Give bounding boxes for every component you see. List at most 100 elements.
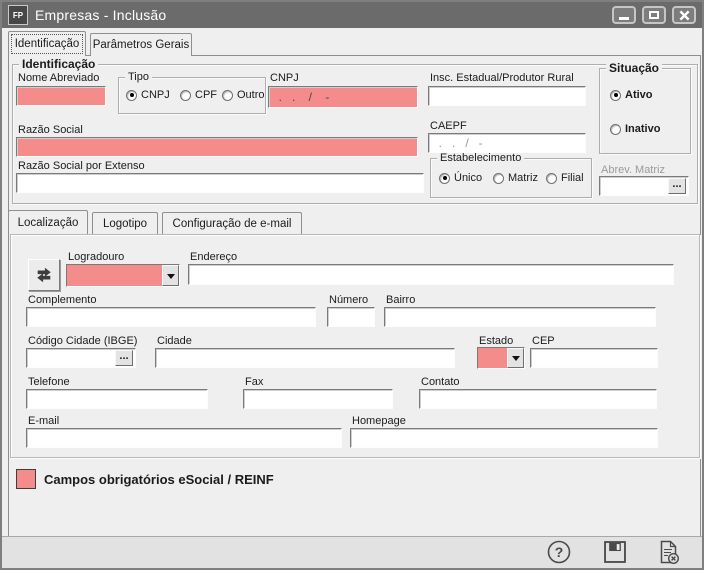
- endereco-input[interactable]: [188, 264, 674, 285]
- radio-tipo-cnpj-label: CNPJ: [141, 89, 170, 101]
- dropdown-button[interactable]: [162, 265, 179, 286]
- estado-label: Estado: [479, 335, 513, 347]
- radio-estab-filial[interactable]: Filial: [546, 172, 584, 184]
- email-label: E-mail: [28, 415, 59, 427]
- tipo-group-title: Tipo: [125, 70, 152, 84]
- tab-focus-outline: [11, 34, 83, 54]
- window-title: Empresas - Inclusão: [35, 7, 166, 23]
- contato-label: Contato: [421, 376, 460, 388]
- codigo-cidade-ellipsis-button[interactable]: ...: [115, 350, 133, 366]
- bairro-label: Bairro: [386, 294, 415, 306]
- radio-situacao-inativo[interactable]: Inativo: [610, 123, 660, 135]
- fax-label: Fax: [245, 376, 263, 388]
- abrev-matriz-ellipsis-button[interactable]: ...: [668, 178, 686, 194]
- subtab-configuracao-email[interactable]: Configuração de e-mail: [162, 212, 302, 235]
- footer-toolbar: ?: [2, 536, 702, 568]
- required-field-legend-swatch: [16, 469, 36, 489]
- titlebar[interactable]: FP Empresas - Inclusão: [2, 2, 702, 28]
- radio-group-estabelecimento: Estabelecimento Único Matriz Filial: [430, 158, 592, 198]
- radio-tipo-outro[interactable]: Outro: [222, 89, 265, 101]
- razao-social-label: Razão Social: [18, 124, 83, 136]
- subtab-logotipo-label: Logotipo: [103, 218, 147, 230]
- estabelecimento-group-title: Estabelecimento: [437, 151, 524, 165]
- endereco-label: Endereço: [190, 251, 237, 263]
- chevron-down-icon: [167, 274, 175, 283]
- empresas-window: FP Empresas - Inclusão Identificação Par…: [0, 0, 704, 570]
- razao-social-extenso-label: Razão Social por Extenso: [18, 160, 145, 172]
- cancel-document-icon: [655, 539, 681, 565]
- radio-unico-label: Único: [454, 172, 482, 184]
- situacao-group-title: Situação: [606, 61, 662, 75]
- close-button[interactable]: [672, 6, 696, 24]
- fax-input[interactable]: [243, 389, 393, 409]
- subtab-localizacao-label: Localização: [18, 217, 79, 229]
- radio-icon: [180, 90, 191, 101]
- radio-icon: [546, 173, 557, 184]
- radio-estab-unico[interactable]: Único: [439, 172, 482, 184]
- numero-input[interactable]: [327, 307, 375, 327]
- caepf-input[interactable]: [428, 133, 586, 153]
- swap-address-button[interactable]: [28, 259, 60, 291]
- dropdown-button[interactable]: [507, 348, 524, 368]
- radio-filial-label: Filial: [561, 172, 584, 184]
- estado-value: [478, 348, 507, 368]
- radio-icon: [610, 124, 621, 135]
- razao-social-input[interactable]: [16, 137, 418, 157]
- contato-input[interactable]: [419, 389, 657, 409]
- tab-parametros-gerais-label: Parâmetros Gerais: [93, 39, 190, 51]
- radio-tipo-cpf[interactable]: CPF: [180, 89, 217, 101]
- help-button[interactable]: ?: [546, 539, 572, 565]
- radio-icon: [439, 173, 450, 184]
- radio-estab-matriz[interactable]: Matriz: [493, 172, 538, 184]
- abrev-matriz-label: Abrev. Matriz: [601, 164, 665, 176]
- telefone-input[interactable]: [26, 389, 208, 409]
- subtab-configuracao-email-label: Configuração de e-mail: [173, 218, 292, 230]
- save-floppy-icon: [602, 539, 628, 565]
- cidade-input[interactable]: [155, 348, 455, 368]
- tab-identificacao[interactable]: Identificação: [8, 31, 86, 56]
- homepage-input[interactable]: [350, 428, 658, 448]
- cep-input[interactable]: [530, 348, 658, 368]
- radio-situacao-ativo[interactable]: Ativo: [610, 89, 653, 101]
- radio-group-tipo: Tipo CNPJ CPF Outro: [118, 77, 266, 114]
- bairro-input[interactable]: [384, 307, 656, 327]
- app-fp-icon: FP: [8, 5, 28, 25]
- maximize-button[interactable]: [642, 6, 666, 24]
- cep-label: CEP: [532, 335, 555, 347]
- radio-tipo-cpf-label: CPF: [195, 89, 217, 101]
- window-controls: [612, 6, 696, 24]
- minimize-icon: [619, 17, 629, 20]
- cnpj-label: CNPJ: [270, 72, 299, 84]
- radio-matriz-label: Matriz: [508, 172, 538, 184]
- minimize-button[interactable]: [612, 6, 636, 24]
- caepf-label: CAEPF: [430, 120, 467, 132]
- tab-parametros-gerais[interactable]: Parâmetros Gerais: [90, 33, 192, 56]
- cnpj-input[interactable]: [268, 86, 418, 108]
- numero-label: Número: [329, 294, 368, 306]
- razao-social-extenso-input[interactable]: [16, 173, 424, 193]
- radio-group-situacao: Situação Ativo Inativo: [599, 68, 691, 154]
- insc-estadual-label: Insc. Estadual/Produtor Rural: [430, 72, 574, 84]
- maximize-icon: [649, 11, 659, 19]
- save-button[interactable]: [602, 539, 628, 565]
- swap-arrows-icon: [35, 266, 53, 284]
- radio-icon: [493, 173, 504, 184]
- radio-tipo-cnpj[interactable]: CNPJ: [126, 89, 170, 101]
- email-input[interactable]: [26, 428, 342, 448]
- logradouro-combobox[interactable]: [66, 264, 180, 287]
- radio-inativo-label: Inativo: [625, 123, 660, 135]
- homepage-label: Homepage: [352, 415, 406, 427]
- radio-icon: [126, 90, 137, 101]
- subtab-localizacao[interactable]: Localização: [8, 210, 88, 235]
- help-icon: ?: [546, 539, 572, 565]
- cancel-button[interactable]: [655, 539, 681, 565]
- complemento-input[interactable]: [26, 307, 316, 327]
- subtab-logotipo[interactable]: Logotipo: [92, 212, 158, 235]
- telefone-label: Telefone: [28, 376, 70, 388]
- close-icon: [679, 10, 690, 21]
- complemento-label: Complemento: [28, 294, 96, 306]
- insc-estadual-input[interactable]: [428, 86, 586, 106]
- estado-combobox[interactable]: [477, 347, 525, 369]
- nome-abreviado-input[interactable]: [16, 86, 106, 106]
- chevron-down-icon: [512, 356, 520, 365]
